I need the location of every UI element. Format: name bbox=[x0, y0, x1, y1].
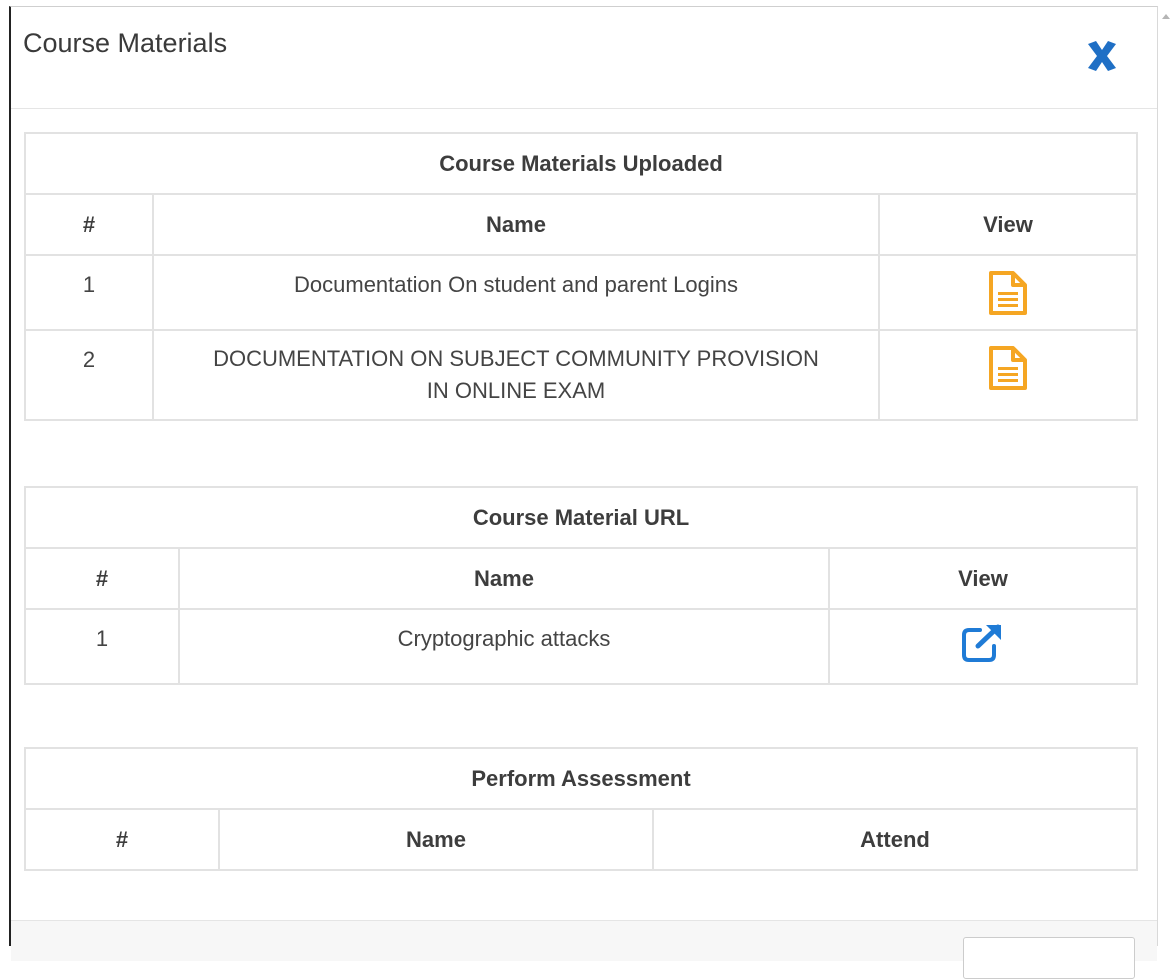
file-text-icon[interactable] bbox=[987, 271, 1029, 321]
column-header-name: Name bbox=[218, 808, 654, 871]
table-row: 1 Cryptographic attacks bbox=[24, 608, 1139, 685]
view-cell bbox=[877, 254, 1139, 331]
view-cell bbox=[827, 608, 1139, 685]
url-table-title: Course Material URL bbox=[23, 486, 1139, 549]
material-name: DOCUMENTATION ON SUBJECT COMMUNITY PROVI… bbox=[152, 329, 880, 421]
row-number: 1 bbox=[24, 608, 180, 685]
material-url-table: Course Material URL # Name View 1 Crypto… bbox=[23, 486, 1139, 685]
column-header-number: # bbox=[24, 547, 180, 610]
modal-footer bbox=[11, 920, 1157, 979]
course-materials-modal: Course Materials Course Materials Upload… bbox=[9, 6, 1158, 979]
column-header-view: View bbox=[827, 547, 1139, 610]
column-header-name: Name bbox=[152, 193, 880, 256]
uploaded-materials-table: Course Materials Uploaded # Name View 1 … bbox=[23, 132, 1139, 421]
column-header-name: Name bbox=[178, 547, 830, 610]
close-icon bbox=[1088, 41, 1116, 71]
table-row: 1 Documentation On student and parent Lo… bbox=[24, 254, 1139, 331]
row-number: 1 bbox=[24, 254, 154, 331]
url-name: Cryptographic attacks bbox=[178, 608, 830, 685]
column-header-number: # bbox=[24, 193, 154, 256]
perform-assessment-table: Perform Assessment # Name Attend bbox=[23, 747, 1139, 871]
close-button[interactable] bbox=[1081, 35, 1123, 77]
table-row: 2 DOCUMENTATION ON SUBJECT COMMUNITY PRO… bbox=[24, 329, 1139, 421]
modal-header: Course Materials bbox=[11, 7, 1157, 109]
column-header-view: View bbox=[877, 193, 1139, 256]
view-cell bbox=[877, 329, 1139, 421]
external-link-icon[interactable] bbox=[960, 624, 1006, 669]
modal-title: Course Materials bbox=[23, 28, 228, 58]
column-header-attend: Attend bbox=[651, 808, 1139, 871]
file-text-icon[interactable] bbox=[987, 346, 1029, 396]
uploaded-table-title: Course Materials Uploaded bbox=[23, 132, 1139, 195]
row-number: 2 bbox=[24, 329, 154, 421]
modal-body: Course Materials Uploaded # Name View 1 … bbox=[11, 110, 1157, 946]
scrollbar-up-arrow[interactable] bbox=[1162, 14, 1170, 19]
material-name: Documentation On student and parent Logi… bbox=[152, 254, 880, 331]
assessment-table-title: Perform Assessment bbox=[23, 747, 1139, 810]
column-header-number: # bbox=[24, 808, 220, 871]
footer-close-button[interactable] bbox=[963, 937, 1135, 979]
